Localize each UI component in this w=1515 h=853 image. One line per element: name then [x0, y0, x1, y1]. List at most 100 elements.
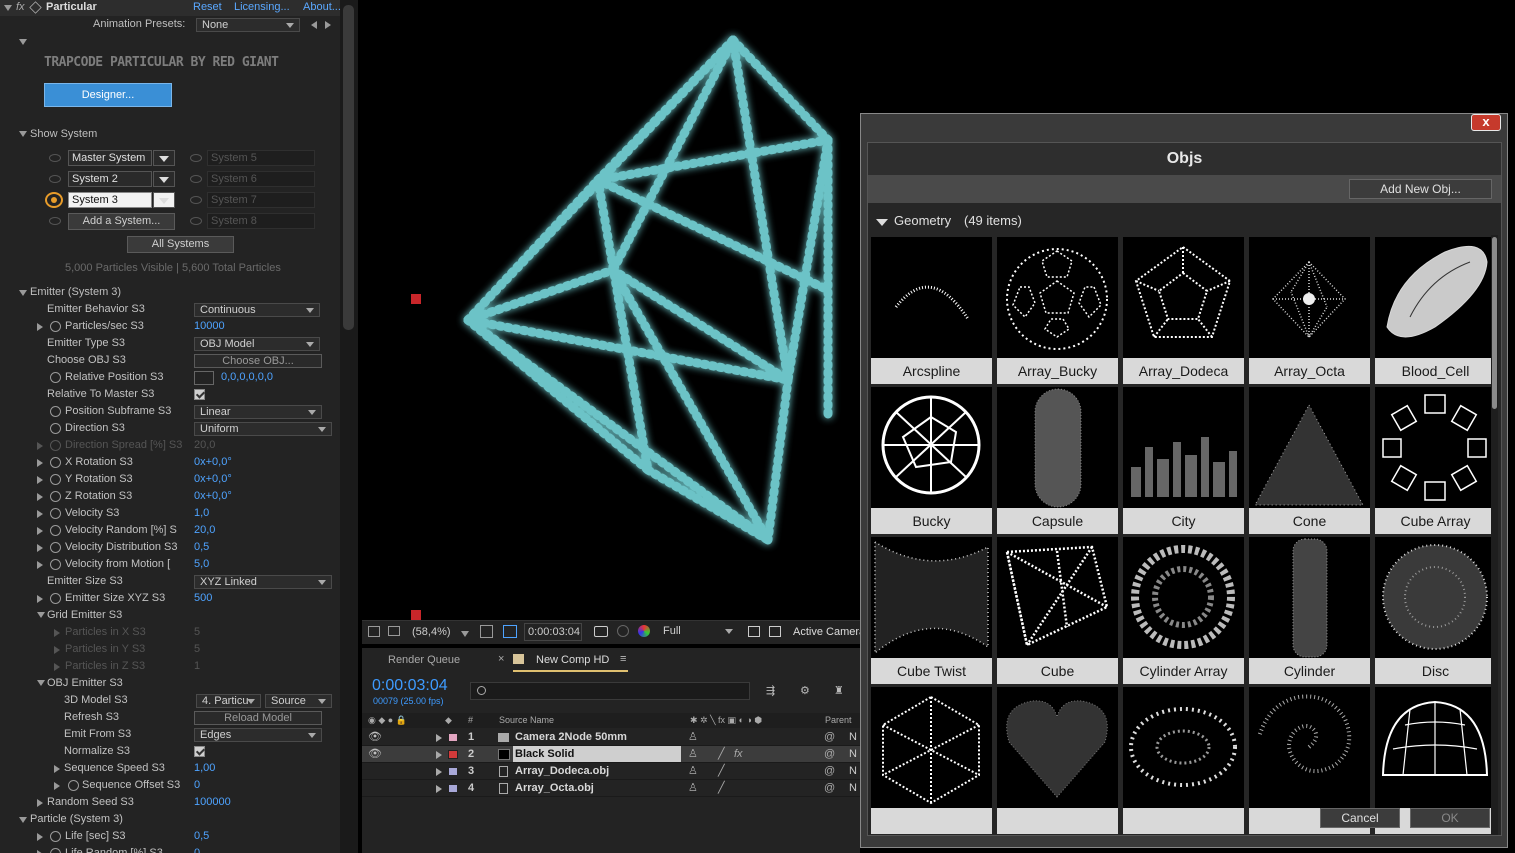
stopwatch-icon[interactable] — [50, 321, 61, 332]
parent-value[interactable]: N — [849, 729, 857, 746]
twirl-icon[interactable] — [37, 493, 43, 501]
y-rotation-value[interactable]: 0x+0,0° — [194, 471, 232, 488]
viewer-timecode[interactable]: 0:00:03:04 — [524, 623, 582, 641]
stopwatch-icon[interactable] — [50, 559, 61, 570]
twirl-icon[interactable] — [436, 734, 442, 742]
twirl-icon[interactable] — [37, 833, 43, 841]
reload-model-button[interactable]: Reload Model — [194, 711, 322, 725]
stopwatch-icon[interactable] — [50, 593, 61, 604]
section-toggle[interactable] — [19, 817, 27, 823]
mask-icon[interactable] — [503, 625, 517, 638]
parent-value[interactable]: N — [849, 780, 857, 797]
emitter-behavior-dropdown[interactable]: Continuous — [194, 303, 320, 317]
eye-icon[interactable] — [49, 217, 61, 225]
emit-from-dropdown[interactable]: Edges — [194, 728, 322, 742]
layer-row[interactable]: 👁 2 Black Solid ♙ ╱ fx @ N — [362, 746, 860, 763]
layer-name[interactable]: Black Solid — [515, 746, 574, 763]
stopwatch-icon[interactable] — [50, 457, 61, 468]
col-source-name[interactable]: Source Name — [499, 715, 554, 725]
obj-tile[interactable] — [871, 687, 992, 834]
stopwatch-icon[interactable] — [50, 542, 61, 553]
shy-switch-icon[interactable]: ♙ — [688, 729, 698, 746]
expand-icon[interactable] — [19, 39, 27, 45]
eye-icon[interactable] — [49, 154, 61, 162]
transparency-grid-icon[interactable] — [769, 626, 781, 637]
eye-icon[interactable] — [190, 175, 202, 183]
pickwhip-icon[interactable]: @ — [824, 729, 835, 746]
eye-icon[interactable]: 👁 — [368, 729, 382, 746]
grid-icon[interactable] — [480, 625, 493, 638]
random-seed-value[interactable]: 100000 — [194, 794, 231, 811]
obj-tile-array-dodeca[interactable]: Array_Dodeca — [1123, 237, 1244, 384]
designer-button[interactable]: Designer... — [44, 83, 172, 107]
ok-button[interactable]: OK — [1410, 808, 1490, 828]
zoom-value[interactable]: (58,4%) — [412, 626, 451, 638]
system-master[interactable]: Master System — [68, 150, 152, 166]
life-random-value[interactable]: 0 — [194, 845, 200, 853]
obj-tile-cylinder[interactable]: Cylinder — [1249, 537, 1370, 684]
layer-row[interactable]: 4 Array_Octa.obj ♙ ╱ @ N — [362, 780, 860, 797]
3d-model-source-dropdown[interactable]: Source — [265, 694, 332, 708]
shy-switch-icon[interactable]: ♙ — [688, 746, 698, 763]
obj-tile-cube-twist[interactable]: Cube Twist — [871, 537, 992, 684]
about-link[interactable]: About... — [303, 1, 341, 13]
system-dropdown[interactable] — [153, 150, 175, 166]
next-preset-icon[interactable] — [325, 21, 331, 29]
stopwatch-icon[interactable] — [50, 372, 61, 383]
zoom-dropdown-icon[interactable] — [461, 631, 469, 637]
eye-icon[interactable] — [190, 217, 202, 225]
anchor-marker[interactable] — [411, 294, 421, 304]
obj-tile-city[interactable]: City — [1123, 387, 1244, 534]
close-button[interactable]: x — [1471, 114, 1501, 131]
obj-tile-cone[interactable]: Cone — [1249, 387, 1370, 534]
dialog-scrollbar[interactable] — [1491, 235, 1498, 835]
stopwatch-icon[interactable] — [68, 780, 79, 791]
reset-link[interactable]: Reset — [193, 1, 222, 13]
crosshair-icon[interactable] — [194, 371, 214, 385]
emitter-type-dropdown[interactable]: OBJ Model — [194, 337, 320, 351]
obj-tile-arcspline[interactable]: Arcspline — [871, 237, 992, 384]
life-value[interactable]: 0,5 — [194, 828, 209, 845]
collapse-icon[interactable] — [4, 5, 12, 11]
obj-tile-cube[interactable]: Cube — [997, 537, 1118, 684]
relative-master-checkbox[interactable] — [194, 389, 205, 400]
scrollbar-thumb[interactable] — [1492, 237, 1497, 409]
shy-switch-icon[interactable]: ♙ — [688, 763, 698, 780]
system-3[interactable]: System 3 — [68, 192, 152, 208]
resolution-dropdown[interactable]: Full — [658, 625, 738, 639]
obj-tile-blood-cell[interactable]: Blood_Cell — [1375, 237, 1491, 384]
stopwatch-icon[interactable] — [50, 406, 61, 417]
twirl-icon[interactable] — [37, 527, 43, 535]
twirl-icon[interactable] — [37, 476, 43, 484]
layer-name[interactable]: Camera 2Node 50mm — [515, 729, 627, 746]
fx-switch-icon[interactable]: fx — [734, 746, 743, 763]
twirl-icon[interactable] — [37, 323, 43, 331]
stopwatch-icon[interactable] — [50, 831, 61, 842]
system-6[interactable]: System 6 — [207, 171, 315, 187]
velocity-distribution-value[interactable]: 0,5 — [194, 539, 209, 556]
direction-dropdown[interactable]: Uniform — [194, 422, 332, 436]
comp-flowchart-icon[interactable]: ⇶ — [766, 684, 775, 697]
label-color[interactable] — [448, 767, 458, 776]
velocity-random-value[interactable]: 20,0 — [194, 522, 215, 539]
section-toggle[interactable] — [19, 290, 27, 296]
region-icon[interactable] — [368, 626, 380, 637]
obj-tile-array-bucky[interactable]: Array_Bucky — [997, 237, 1118, 384]
shy-switch-icon[interactable]: ♙ — [688, 780, 698, 797]
all-systems-button[interactable]: All Systems — [127, 236, 234, 253]
twirl-icon[interactable] — [37, 544, 43, 552]
obj-tile-disc[interactable]: Disc — [1375, 537, 1491, 684]
parent-value[interactable]: N — [849, 763, 857, 780]
twirl-icon[interactable] — [37, 510, 43, 518]
x-rotation-value[interactable]: 0x+0,0° — [194, 454, 232, 471]
layer-search-input[interactable] — [470, 682, 750, 700]
twirl-icon[interactable] — [37, 799, 43, 807]
anchor-marker[interactable] — [411, 610, 421, 620]
close-tab-icon[interactable]: × — [498, 653, 504, 665]
eye-icon[interactable] — [190, 196, 202, 204]
stopwatch-icon[interactable] — [50, 508, 61, 519]
cancel-button[interactable]: Cancel — [1320, 808, 1400, 828]
twirl-icon[interactable] — [37, 595, 43, 603]
layer-row[interactable]: 3 Array_Dodeca.obj ♙ ╱ @ N — [362, 763, 860, 780]
monitor-icon[interactable] — [388, 626, 400, 636]
